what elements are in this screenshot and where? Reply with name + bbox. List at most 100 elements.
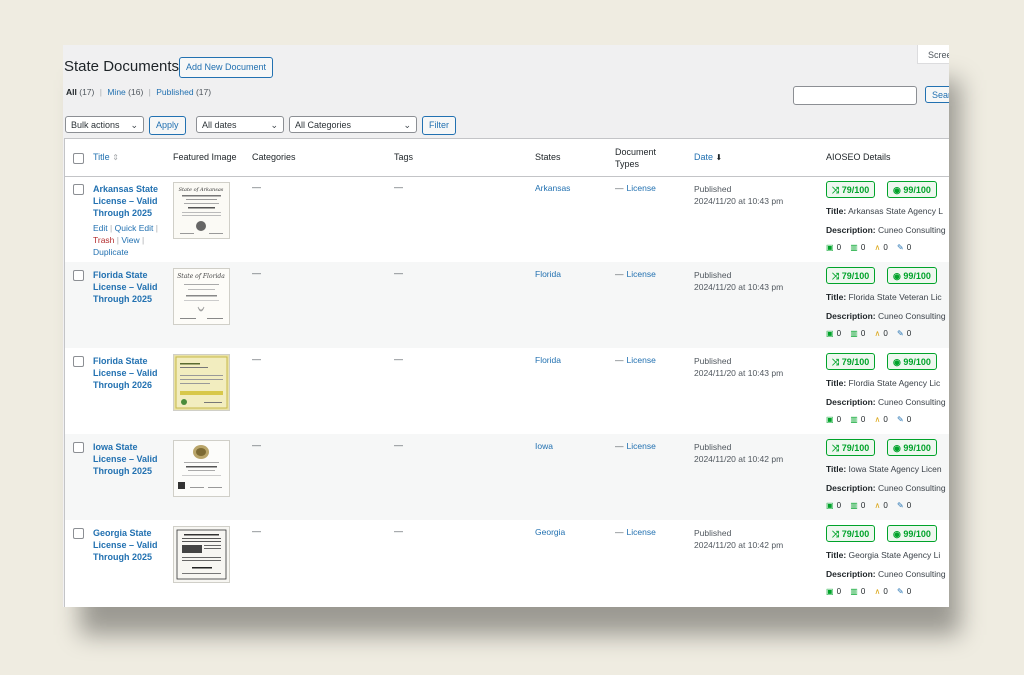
- external-links-icon: ▥: [850, 587, 858, 596]
- seo-description-label: Description:: [826, 311, 876, 321]
- truseo-icon: ⤨: [832, 357, 840, 367]
- tags-empty: —: [394, 526, 403, 536]
- column-title[interactable]: Title ⇕: [93, 152, 119, 162]
- post-status: Published: [694, 528, 732, 538]
- headline-score-badge[interactable]: ◉ 99/100: [887, 525, 937, 542]
- apply-button[interactable]: Apply: [149, 116, 186, 135]
- seo-description-label: Description:: [826, 569, 876, 579]
- view-link[interactable]: View: [121, 235, 139, 245]
- view-published[interactable]: Published: [156, 87, 193, 97]
- headline-score-badge[interactable]: ◉ 99/100: [887, 439, 937, 456]
- trash-link[interactable]: Trash: [93, 235, 114, 245]
- truseo-icon: ⤨: [832, 185, 840, 195]
- post-date: 2024/11/20 at 10:43 pm: [694, 368, 784, 378]
- row-checkbox[interactable]: [73, 270, 84, 281]
- seo-title-value: Flordia State Agency Lic: [848, 378, 941, 388]
- state-link[interactable]: Florida: [535, 269, 561, 279]
- truseo-score: 79/100: [841, 529, 870, 539]
- seo-title-label: Title:: [826, 550, 847, 560]
- bulk-actions-select[interactable]: Bulk actions ⌄: [65, 116, 144, 133]
- seo-description: Description: Cuneo Consulting: [826, 397, 946, 407]
- headline-score-badge[interactable]: ◉ 99/100: [887, 267, 937, 284]
- truseo-score: 79/100: [841, 185, 870, 195]
- document-type: — License: [615, 269, 656, 279]
- categories-empty: —: [252, 268, 261, 278]
- document-type-link[interactable]: License: [627, 441, 656, 451]
- select-all-checkbox[interactable]: [73, 153, 84, 164]
- search-button[interactable]: Sear: [925, 86, 949, 103]
- chevron-down-icon: ⌄: [270, 120, 278, 130]
- view-mine[interactable]: Mine: [107, 87, 125, 97]
- headline-score: 99/100: [903, 357, 931, 367]
- sort-desc-icon: ⬇: [715, 153, 723, 162]
- truseo-score-badge[interactable]: ⤨ 79/100: [826, 525, 876, 542]
- screen-options-button[interactable]: Scree: [917, 45, 949, 64]
- seo-title: Title: Florida State Veteran Lic: [826, 292, 942, 302]
- headline-score-badge[interactable]: ◉ 99/100: [887, 353, 937, 370]
- document-title-link[interactable]: Arkansas State License – Valid Through 2…: [93, 183, 165, 219]
- column-date-label: Date: [694, 152, 714, 162]
- row-actions: Edit | Quick Edit | Trash | View | Dupli…: [93, 222, 173, 258]
- seo-title-value: Florida State Veteran Lic: [848, 292, 942, 302]
- truseo-score-badge[interactable]: ⤨ 79/100: [826, 181, 876, 198]
- search-input[interactable]: [793, 86, 917, 105]
- orphan-links-count: 0: [906, 243, 912, 252]
- document-title-link[interactable]: Florida State License – Valid Through 20…: [93, 269, 165, 305]
- quick-edit-link[interactable]: Quick Edit: [115, 223, 154, 233]
- seo-title-value: Georgia State Agency Li: [848, 550, 941, 560]
- add-new-document-button[interactable]: Add New Document: [179, 57, 274, 78]
- internal-links-count: 0: [836, 587, 842, 596]
- featured-image-thumbnail[interactable]: State of Florida: [173, 268, 230, 325]
- date-cell: Published 2024/11/20 at 10:42 pm: [694, 441, 783, 465]
- seo-title-label: Title:: [826, 378, 847, 388]
- truseo-score-badge[interactable]: ⤨ 79/100: [826, 439, 876, 456]
- internal-links-count: 0: [836, 329, 842, 338]
- internal-links-icon: ▣: [826, 501, 834, 510]
- page-title: State Documents: [64, 58, 180, 75]
- document-type: — License: [615, 527, 656, 537]
- document-title-link[interactable]: Florida State License – Valid Through 20…: [93, 355, 165, 391]
- headline-score-badge[interactable]: ◉ 99/100: [887, 181, 937, 198]
- truseo-score-badge[interactable]: ⤨ 79/100: [826, 267, 876, 284]
- document-type: — License: [615, 441, 656, 451]
- internal-links-count: 0: [836, 415, 842, 424]
- title-line: Georgia State: [93, 528, 152, 538]
- row-checkbox[interactable]: [73, 356, 84, 367]
- filter-button[interactable]: Filter: [422, 116, 456, 135]
- categories-select[interactable]: All Categories ⌄: [289, 116, 417, 133]
- duplicate-link[interactable]: Duplicate: [93, 247, 128, 257]
- row-checkbox[interactable]: [73, 184, 84, 195]
- post-date: 2024/11/20 at 10:43 pm: [694, 282, 784, 292]
- state-link[interactable]: Florida: [535, 355, 561, 365]
- featured-image-thumbnail[interactable]: [173, 526, 230, 583]
- document-type-link[interactable]: License: [627, 269, 656, 279]
- affiliate-links-icon: ∧: [874, 587, 881, 596]
- link-stats: ▣ 0 ▥ 0 ∧ 0 ✎ 0: [826, 587, 918, 596]
- truseo-icon: ⤨: [832, 529, 840, 539]
- edit-link[interactable]: Edit: [93, 223, 108, 233]
- affiliate-links-count: 0: [883, 415, 888, 424]
- state-link[interactable]: Arkansas: [535, 183, 570, 193]
- document-type-link[interactable]: License: [627, 183, 656, 193]
- document-type-link[interactable]: License: [627, 355, 656, 365]
- row-checkbox[interactable]: [73, 528, 84, 539]
- view-all[interactable]: All: [66, 87, 77, 97]
- document-title-link[interactable]: Iowa State License – Valid Through 2025: [93, 441, 165, 477]
- state-link[interactable]: Georgia: [535, 527, 565, 537]
- seo-description: Description: Cuneo Consulting: [826, 569, 946, 579]
- dates-select[interactable]: All dates ⌄: [196, 116, 284, 133]
- featured-image-thumbnail[interactable]: [173, 440, 230, 497]
- column-date[interactable]: Date ⬇: [694, 152, 722, 162]
- table-row: Georgia State License – Valid Through 20…: [65, 520, 949, 606]
- truseo-score-badge[interactable]: ⤨ 79/100: [826, 353, 876, 370]
- document-type-link[interactable]: License: [627, 527, 656, 537]
- row-checkbox[interactable]: [73, 442, 84, 453]
- featured-image-thumbnail[interactable]: [173, 354, 230, 411]
- sort-icon: ⇕: [112, 153, 119, 162]
- document-title-link[interactable]: Georgia State License – Valid Through 20…: [93, 527, 165, 563]
- state-link[interactable]: Iowa: [535, 441, 553, 451]
- seo-description: Description: Cuneo Consulting: [826, 225, 946, 235]
- external-links-count: 0: [860, 243, 866, 252]
- featured-image-thumbnail[interactable]: State of Arkansas: [173, 182, 230, 239]
- orphan-links-count: 0: [906, 415, 912, 424]
